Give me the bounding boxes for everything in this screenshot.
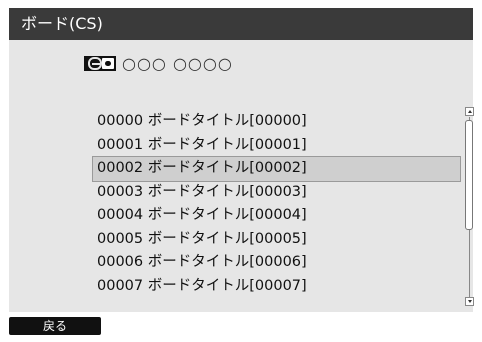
list-scrollbar[interactable] [465,107,475,306]
cs-broadcast-icon [84,55,116,71]
board-list-item[interactable]: 00003 ボードタイトル[00003] [93,181,460,205]
page-title: ボード(CS) [21,14,103,33]
scroll-thumb[interactable] [465,120,473,230]
title-bar: ボード(CS) [9,8,473,40]
back-button[interactable]: 戻る [9,317,101,335]
scroll-up-icon[interactable] [465,107,474,116]
board-list: 00000 ボードタイトル[00000] 00001 ボードタイトル[00001… [92,110,461,299]
channel-number: ○○○ ○○○○ [122,53,233,73]
board-list-item[interactable]: 00001 ボードタイトル[00001] [93,134,460,158]
board-list-item[interactable]: 00000 ボードタイトル[00000] [93,110,460,134]
board-list-item-selected[interactable]: 00002 ボードタイトル[00002] [92,156,461,182]
board-screen: ボード(CS) ○○○ ○○○○ 00000 ボードタイトル[00000] 00… [0,0,482,342]
board-panel: ○○○ ○○○○ 00000 ボードタイトル[00000] 00001 ボードタ… [9,40,475,312]
channel-indicator: ○○○ ○○○○ [84,53,233,73]
scroll-down-icon[interactable] [465,297,474,306]
board-list-item[interactable]: 00005 ボードタイトル[00005] [93,228,460,252]
board-list-item[interactable]: 00007 ボードタイトル[00007] [93,275,460,299]
board-list-item[interactable]: 00004 ボードタイトル[00004] [93,204,460,228]
board-list-item[interactable]: 00006 ボードタイトル[00006] [93,251,460,275]
